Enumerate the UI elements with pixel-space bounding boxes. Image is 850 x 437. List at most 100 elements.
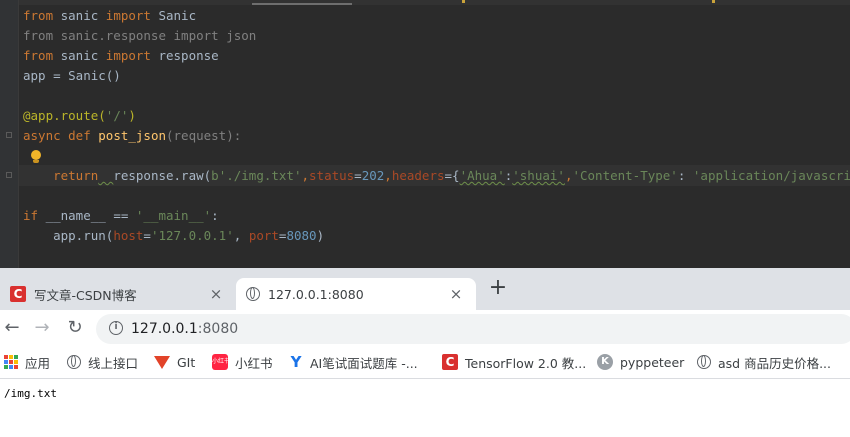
xiaohongshu-icon: 小红书 (212, 354, 230, 370)
bookmarks-bar: 应用 线上接口 GIt 小红书 小红书 Y AI笔试面试题库 -... C Te… (0, 347, 850, 379)
editor-tab-bar (0, 0, 850, 5)
code-token: ) (316, 228, 325, 243)
code-line[interactable] (23, 146, 850, 166)
code-token: , (301, 168, 310, 183)
bookmark-ai-interview[interactable]: Y AI笔试面试题库 -... (289, 353, 418, 371)
code-token: = (354, 168, 362, 183)
close-icon[interactable]: × (448, 285, 464, 303)
code-line[interactable] (23, 186, 850, 206)
globe-icon (246, 287, 260, 301)
code-token: , (384, 168, 392, 183)
forward-button[interactable]: → (30, 316, 54, 340)
code-line[interactable]: async def post_json(request): (23, 126, 850, 146)
bookmark-label: GIt (177, 354, 196, 370)
code-token: async def (23, 128, 99, 143)
bookmark-tensorflow[interactable]: C TensorFlow 2.0 教... (442, 353, 586, 371)
fold-icon[interactable] (6, 132, 12, 138)
code-token: response (150, 48, 219, 63)
code-line[interactable]: @app.route('/') (23, 106, 850, 126)
bookmark-label: TensorFlow 2.0 教... (465, 355, 587, 371)
code-token: '__main__' (135, 208, 212, 223)
code-text[interactable]: from sanic import Sanic from sanic.respon… (23, 6, 850, 246)
bookmark-label: pyppeteer (620, 354, 685, 370)
gitlab-icon (154, 355, 170, 369)
code-line[interactable]: if __name__ == '__main__': (23, 206, 850, 226)
code-token: app.run( (23, 228, 114, 243)
code-token: 202 (361, 168, 385, 183)
bookmark-pyppeteer[interactable]: K pyppeteer (597, 353, 684, 371)
code-line[interactable]: return response.raw(b'./img.txt',status=… (23, 166, 850, 186)
page-content: /img.txt (0, 379, 850, 437)
url-port: :8080 (197, 321, 239, 337)
url-text[interactable]: 127.0.0.1:8080 (131, 319, 238, 339)
code-token: from (23, 48, 54, 63)
bookmark-git[interactable]: GIt (154, 353, 195, 371)
code-line[interactable]: app = Sanic() (23, 66, 850, 86)
code-token: : (211, 208, 219, 223)
code-token: ) (128, 108, 136, 123)
lightbulb-icon[interactable] (30, 150, 42, 164)
active-tab-indicator (252, 3, 352, 5)
code-token: (request): (166, 128, 242, 143)
code-token: 'application/javascript' (692, 168, 850, 183)
code-line[interactable] (23, 86, 850, 106)
code-token: 'Content-Type' (572, 168, 678, 183)
code-token: import (105, 8, 151, 23)
bookmark-xiaohongshu[interactable]: 小红书 小红书 (212, 353, 273, 371)
code-line[interactable]: from sanic import Sanic (23, 6, 850, 26)
code-line[interactable]: app.run(host='127.0.0.1', port=8080) (23, 226, 850, 246)
code-token: 'shuai' (512, 168, 565, 183)
bookmark-label: AI笔试面试题库 -... (310, 355, 418, 371)
code-token: sanic (53, 48, 106, 63)
code-token: port (248, 228, 279, 243)
k-icon: K (597, 354, 613, 370)
reload-button[interactable]: ↻ (63, 316, 87, 340)
code-token: : (677, 168, 693, 183)
code-token: ={ (444, 168, 460, 183)
code-editor[interactable]: from sanic import Sanic from sanic.respon… (0, 0, 850, 268)
code-token: return (53, 168, 99, 183)
tab-localhost[interactable]: 127.0.0.1:8080 × (236, 278, 476, 310)
code-token: '/' (105, 108, 129, 123)
code-token: host (113, 228, 144, 243)
code-token: from (23, 8, 54, 23)
new-tab-button[interactable]: + (486, 277, 510, 301)
bookmark-price-history[interactable]: asd 商品历史价格... (697, 353, 831, 371)
globe-icon (67, 355, 81, 369)
code-token: @app.route( (23, 108, 106, 123)
bookmark-label: 线上接口 (88, 355, 139, 371)
code-token: sanic (53, 8, 106, 23)
marker (712, 0, 715, 3)
bookmark-online-api[interactable]: 线上接口 (67, 353, 138, 371)
code-token: app = Sanic() (23, 68, 121, 83)
bookmark-apps[interactable]: 应用 (4, 353, 50, 371)
back-button[interactable]: ← (0, 316, 24, 340)
code-token: b'./img.txt' (211, 168, 302, 183)
tab-title: 127.0.0.1:8080 (268, 286, 364, 302)
code-line[interactable]: from sanic.response import json (23, 26, 850, 46)
fold-icon[interactable] (6, 172, 12, 178)
code-token: post_json (98, 128, 166, 143)
bookmark-label: 应用 (25, 355, 51, 371)
code-token: from sanic.response import json (23, 28, 257, 43)
code-token: import (105, 48, 151, 63)
editor-gutter (0, 0, 19, 268)
response-body: /img.txt (4, 387, 57, 400)
tab-csdn[interactable]: C 写文章-CSDN博客 × (0, 278, 236, 310)
bookmark-label: 小红书 (235, 355, 273, 371)
code-token: status (309, 168, 355, 183)
code-token: 'Ahua' (459, 168, 505, 183)
info-icon[interactable]: i (109, 321, 123, 335)
csdn-icon: C (10, 286, 26, 302)
code-token: '127.0.0.1' (150, 228, 234, 243)
code-token: response.raw( (113, 168, 212, 183)
code-token: headers (391, 168, 445, 183)
marker (462, 0, 465, 3)
code-line[interactable]: from sanic import response (23, 46, 850, 66)
code-token: Sanic (150, 8, 197, 23)
code-token: == (105, 208, 136, 223)
close-icon[interactable]: × (208, 285, 224, 303)
browser-tab-strip: C 写文章-CSDN博客 × 127.0.0.1:8080 × (0, 268, 850, 310)
